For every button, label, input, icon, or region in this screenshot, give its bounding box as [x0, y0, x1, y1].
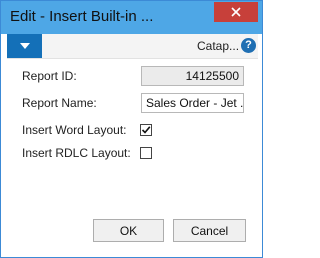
menu-dropdown-button[interactable] — [7, 34, 42, 58]
title-bar[interactable]: Edit - Insert Built-in ... — [1, 1, 262, 34]
insert-rdlc-layout-label: Insert RDLC Layout: — [22, 146, 131, 160]
close-button[interactable] — [214, 2, 258, 22]
company-name-link[interactable]: Catap... — [197, 39, 239, 53]
help-glyph: ? — [245, 39, 252, 51]
report-id-field: 14125500 — [141, 66, 244, 86]
insert-word-layout-checkbox[interactable] — [140, 124, 152, 136]
ok-button[interactable]: OK — [93, 219, 164, 242]
command-bar: Catap... ? — [7, 34, 258, 59]
insert-rdlc-layout-checkbox[interactable] — [140, 147, 152, 159]
report-name-field[interactable]: Sales Order - Jet ... — [141, 93, 244, 113]
help-icon[interactable]: ? — [241, 38, 256, 53]
report-id-label: Report ID: — [22, 69, 77, 83]
window-title: Edit - Insert Built-in ... — [10, 8, 154, 25]
insert-word-layout-label: Insert Word Layout: — [22, 123, 127, 137]
close-icon — [231, 7, 241, 17]
chevron-down-icon — [19, 43, 30, 49]
cancel-button[interactable]: Cancel — [173, 219, 246, 242]
checkmark-icon — [141, 126, 151, 134]
report-name-label: Report Name: — [22, 96, 97, 110]
dialog-window: Edit - Insert Built-in ... Catap... ? Re… — [0, 0, 263, 258]
